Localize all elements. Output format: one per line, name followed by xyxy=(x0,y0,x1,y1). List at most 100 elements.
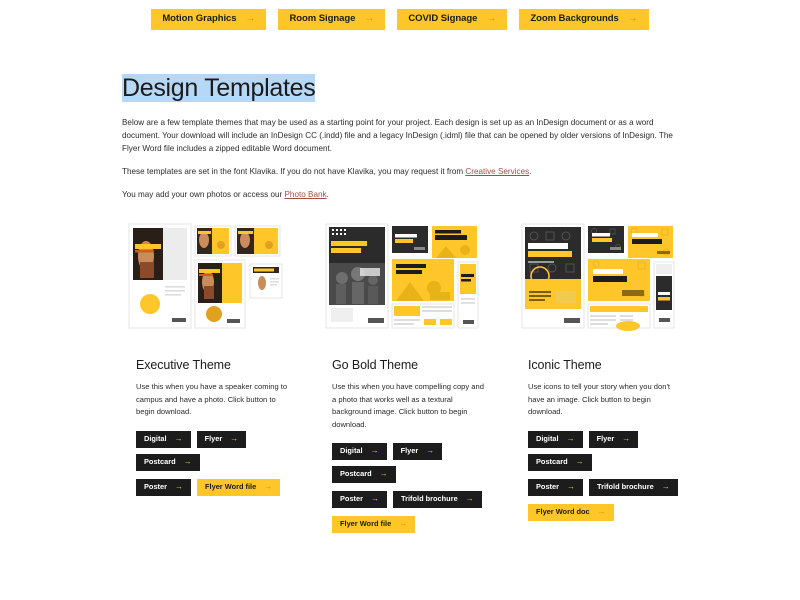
arrow-right-icon: → xyxy=(486,13,497,24)
download-button-label: Poster xyxy=(536,481,560,491)
arrow-right-icon: → xyxy=(183,456,192,466)
arrow-right-icon: → xyxy=(174,433,183,443)
arrow-right-icon: → xyxy=(264,481,273,491)
download-button-iconic-flyer[interactable]: Flyer → xyxy=(588,430,639,448)
nav-button-label: COVID Signage xyxy=(408,13,478,25)
arrow-right-icon: → xyxy=(597,506,606,516)
download-button-iconic-trifold-brochure[interactable]: Trifold brochure → xyxy=(589,478,678,496)
arrow-right-icon: → xyxy=(230,433,239,443)
download-button-iconic-flyer-word-doc[interactable]: Flyer Word doc → xyxy=(528,503,614,521)
page-title: Design Templates xyxy=(122,74,316,102)
download-button-executive-digital[interactable]: Digital → xyxy=(136,430,191,448)
page-header-content: Design Templates Below are a few templat… xyxy=(122,74,687,210)
download-button-label: Flyer Word file xyxy=(340,519,392,529)
theme-columns-container: Executive Theme Use this when you have a … xyxy=(122,216,692,541)
download-button-row: Flyer Word file → xyxy=(332,516,496,534)
download-button-go-bold-digital[interactable]: Digital → xyxy=(332,443,387,461)
download-button-iconic-poster[interactable]: Poster → xyxy=(528,478,584,496)
theme-column-executive: Executive Theme Use this when you have a … xyxy=(122,216,300,541)
theme-title-executive: Executive Theme xyxy=(136,358,231,372)
theme-preview-image-go-bold xyxy=(318,216,481,336)
download-button-executive-flyer[interactable]: Flyer → xyxy=(196,430,247,448)
download-button-row: Digital → Flyer → Postcard → xyxy=(136,430,300,471)
theme-column-go-bold: Go Bold Theme Use this when you have comp… xyxy=(318,216,496,541)
intro-paragraph: Below are a few template themes that may… xyxy=(122,117,673,153)
download-button-iconic-digital[interactable]: Digital → xyxy=(528,430,583,448)
preview-artwork xyxy=(514,216,677,336)
download-button-label: Flyer Word doc xyxy=(536,506,590,516)
theme-description-iconic: Use icons to tell your story when you do… xyxy=(528,382,671,417)
photo-bank-text-after: . xyxy=(326,190,329,200)
download-button-row: Digital → Flyer → Postcard → xyxy=(528,430,692,471)
nav-button-covid-signage[interactable]: COVID Signage → xyxy=(397,9,508,30)
font-note-text-before: These templates are set in the font Klav… xyxy=(122,167,466,177)
arrow-right-icon: → xyxy=(175,481,184,491)
download-button-label: Digital xyxy=(340,446,363,456)
download-button-row: Poster → Trifold brochure → xyxy=(528,478,692,496)
download-button-go-bold-flyer-word-file[interactable]: Flyer Word file → xyxy=(332,516,416,534)
download-button-row: Poster → Flyer Word file → xyxy=(136,478,300,496)
arrow-right-icon: → xyxy=(245,13,256,24)
font-note-text-after: . xyxy=(529,167,532,177)
download-button-label: Flyer xyxy=(400,446,419,456)
arrow-right-icon: → xyxy=(465,494,474,504)
nav-button-label: Motion Graphics xyxy=(162,13,237,25)
download-button-row: Flyer Word doc → xyxy=(528,503,692,521)
download-button-label: Flyer Word file xyxy=(205,481,257,491)
download-button-executive-postcard[interactable]: Postcard → xyxy=(136,453,200,471)
download-button-go-bold-trifold-brochure[interactable]: Trifold brochure → xyxy=(393,491,482,509)
theme-description-executive: Use this when you have a speaker coming … xyxy=(136,382,288,417)
download-button-label: Postcard xyxy=(536,456,568,466)
download-button-label: Digital xyxy=(144,433,167,443)
arrow-right-icon: → xyxy=(575,456,584,466)
arrow-right-icon: → xyxy=(567,481,576,491)
theme-title-go-bold: Go Bold Theme xyxy=(332,358,419,372)
download-button-go-bold-flyer[interactable]: Flyer → xyxy=(392,443,443,461)
photo-bank-text-before: You may add your own photos or access ou… xyxy=(122,190,285,200)
preview-artwork xyxy=(318,216,481,336)
arrow-right-icon: → xyxy=(627,13,638,24)
arrow-right-icon: → xyxy=(566,433,575,443)
preview-artwork xyxy=(122,216,285,336)
nav-button-label: Zoom Backgrounds xyxy=(530,13,619,25)
download-button-label: Postcard xyxy=(144,456,176,466)
arrow-right-icon: → xyxy=(661,481,670,491)
nav-button-room-signage[interactable]: Room Signage → xyxy=(278,9,386,30)
theme-preview-image-executive xyxy=(122,216,285,336)
download-button-label: Trifold brochure xyxy=(401,494,458,504)
download-button-row: Digital → Flyer → Postcard → xyxy=(332,443,496,484)
download-button-label: Postcard xyxy=(340,469,372,479)
download-button-row: Poster → Trifold brochure → xyxy=(332,491,496,509)
download-button-iconic-postcard[interactable]: Postcard → xyxy=(528,453,592,471)
download-button-go-bold-postcard[interactable]: Postcard → xyxy=(332,466,396,484)
theme-column-iconic: Iconic Theme Use icons to tell your story… xyxy=(514,216,692,541)
photo-bank-link[interactable]: Photo Bank xyxy=(285,190,327,199)
arrow-right-icon: → xyxy=(399,519,408,529)
arrow-right-icon: → xyxy=(364,13,375,24)
font-note-paragraph: These templates are set in the font Klav… xyxy=(122,165,687,178)
page-root: Motion Graphics → Room Signage → COVID Signa… xyxy=(0,0,800,600)
nav-button-motion-graphics[interactable]: Motion Graphics → xyxy=(151,9,267,30)
download-button-executive-flyer-word-file[interactable]: Flyer Word file → xyxy=(197,478,281,496)
nav-button-zoom-backgrounds[interactable]: Zoom Backgrounds → xyxy=(519,9,649,30)
download-button-label: Trifold brochure xyxy=(597,481,654,491)
top-navigation-bar: Motion Graphics → Room Signage → COVID Signa… xyxy=(0,9,800,30)
theme-title-iconic: Iconic Theme xyxy=(528,358,602,372)
creative-services-link[interactable]: Creative Services xyxy=(465,167,529,176)
theme-description-go-bold: Use this when you have compelling copy a… xyxy=(332,382,484,429)
download-button-label: Flyer xyxy=(204,433,223,443)
download-button-label: Poster xyxy=(340,494,364,504)
arrow-right-icon: → xyxy=(622,433,631,443)
theme-preview-image-iconic xyxy=(514,216,677,336)
arrow-right-icon: → xyxy=(426,446,435,456)
download-button-go-bold-poster[interactable]: Poster → xyxy=(332,491,388,509)
nav-button-label: Room Signage xyxy=(289,13,356,25)
photo-bank-paragraph: You may add your own photos or access ou… xyxy=(122,188,687,201)
arrow-right-icon: → xyxy=(370,446,379,456)
download-button-label: Flyer xyxy=(596,433,615,443)
download-button-executive-poster[interactable]: Poster → xyxy=(136,478,192,496)
download-button-label: Poster xyxy=(144,481,168,491)
arrow-right-icon: → xyxy=(379,469,388,479)
download-button-label: Digital xyxy=(536,433,559,443)
page-title-wrapper: Design Templates xyxy=(122,74,687,103)
